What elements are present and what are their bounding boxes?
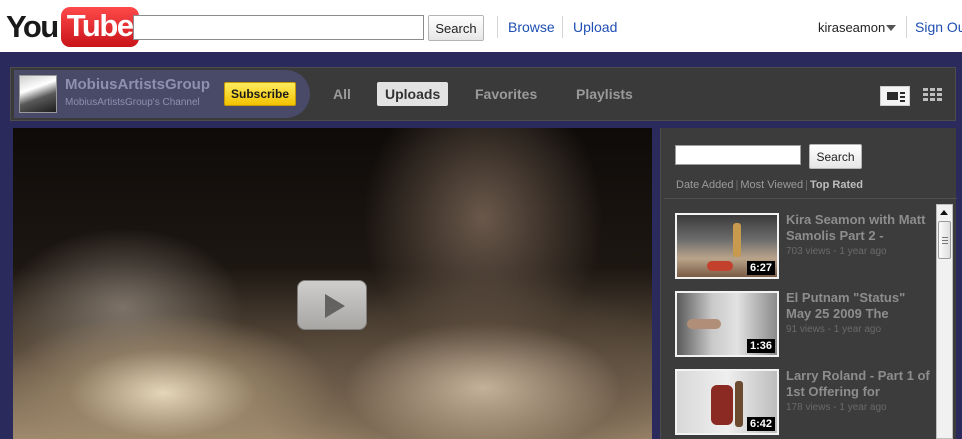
avatar[interactable] [19,75,57,113]
video-meta: 703 views - 1 year ago [786,246,887,257]
header-divider [906,16,907,38]
channel-subtitle[interactable]: MobiusArtistsGroup's Channel [65,97,200,108]
scroll-thumb[interactable] [938,221,951,259]
header-divider [562,16,563,38]
sort-date-added[interactable]: Date Added [676,179,734,191]
player-view-icon[interactable] [880,86,910,106]
sort-most-viewed[interactable]: Most Viewed [740,179,803,191]
channel-page: MobiusArtistsGroup MobiusArtistsGroup's … [0,52,962,439]
username[interactable]: kiraseamon [818,20,885,35]
list-item[interactable]: 6:42 Larry Roland - Part 1 of 1st Offeri… [664,358,934,435]
logo-tube-text: Tube [60,7,139,47]
logo-you-text: You [6,9,59,44]
tab-uploads[interactable]: Uploads [377,82,449,106]
search-button[interactable]: Search [428,15,484,41]
video-thumbnail[interactable]: 1:36 [675,291,779,357]
list-item[interactable]: 6:27 Kira Seamon with Matt Samolis Part … [664,202,934,279]
panel-divider [664,198,957,199]
channel-search-button[interactable]: Search [809,144,862,169]
play-icon[interactable] [297,280,367,330]
scroll-up-arrow-icon[interactable] [940,210,948,215]
video-thumbnail[interactable]: 6:42 [675,369,779,435]
uploads-panel: Search Date Added | Most Viewed | Top Rated … [660,128,957,439]
grid-view-icon[interactable] [923,88,943,102]
search-input[interactable] [133,15,424,40]
top-header: You Tube Search Browse Upload kiraseamon… [0,0,962,52]
video-duration: 6:42 [746,417,775,431]
channel-owner-box: MobiusArtistsGroup MobiusArtistsGroup's … [14,70,310,118]
channel-name[interactable]: MobiusArtistsGroup [65,76,210,93]
video-title[interactable]: El Putnam "Status" May 25 2009 The [786,290,932,322]
channel-navbar: MobiusArtistsGroup MobiusArtistsGroup's … [10,67,956,121]
scrollbar[interactable] [936,204,953,439]
video-title[interactable]: Larry Roland - Part 1 of 1st Offering fo… [786,368,932,400]
sign-out-link[interactable]: Sign Out [915,19,962,35]
header-divider [497,16,498,38]
youtube-logo[interactable]: You Tube [6,7,139,47]
sort-top-rated[interactable]: Top Rated [810,179,863,191]
video-list: 6:27 Kira Seamon with Matt Samolis Part … [664,202,934,439]
video-player[interactable] [13,128,652,439]
video-thumbnail[interactable]: 6:27 [675,213,779,279]
upload-link[interactable]: Upload [573,19,617,35]
channel-search-input[interactable] [675,145,801,165]
sort-links: Date Added | Most Viewed | Top Rated [676,179,863,191]
video-duration: 1:36 [746,339,775,353]
list-item[interactable]: 1:36 El Putnam "Status" May 25 2009 The … [664,280,934,357]
video-meta: 91 views - 1 year ago [786,324,882,335]
video-meta: 178 views - 1 year ago [786,402,887,413]
tab-all[interactable]: All [333,82,351,106]
subscribe-button[interactable]: Subscribe [224,82,296,106]
tab-favorites[interactable]: Favorites [475,82,537,106]
video-title[interactable]: Kira Seamon with Matt Samolis Part 2 - [786,212,932,244]
tab-playlists[interactable]: Playlists [576,82,633,106]
chevron-down-icon[interactable] [886,25,896,31]
video-duration: 6:27 [746,261,775,275]
browse-link[interactable]: Browse [508,19,555,35]
